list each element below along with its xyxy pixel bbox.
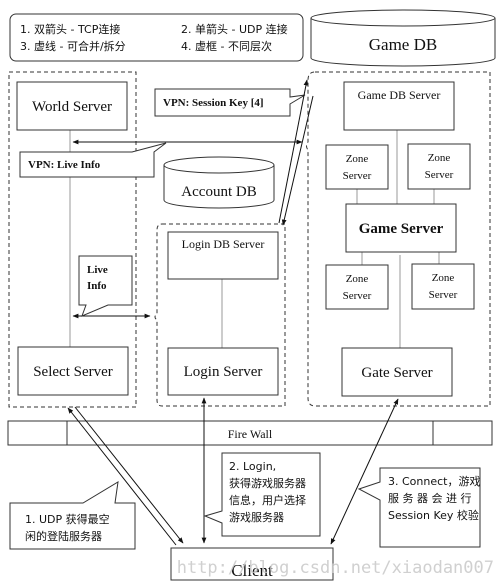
zone-server-4: Zone Server <box>411 263 475 310</box>
step3-callout: 3. Connect，游戏 服 务 器 会 进 行 Session Key 校验 <box>357 467 481 548</box>
step2-line4: 游戏服务器 <box>229 511 284 524</box>
zone-server-1-line1: Zone <box>346 153 369 165</box>
step3-line2: 服 务 器 会 进 行 <box>388 492 471 505</box>
session-key-text: VPN: Session Key [4] <box>163 97 264 109</box>
live-info-vpn-text: VPN: Live Info <box>28 159 101 171</box>
session-key-callout: VPN: Session Key [4] <box>154 88 306 117</box>
step3-line3: Session Key 校验 <box>388 508 479 522</box>
watermark: http://blog.csdn.net/xiaodan007 <box>177 558 494 578</box>
login-server: Login Server <box>167 347 279 396</box>
zone-server-2: Zone Server <box>407 143 471 190</box>
account-db-label: Account DB <box>181 184 256 200</box>
select-server: Select Server <box>17 346 129 396</box>
live-info-vpn-callout: VPN: Live Info <box>19 142 167 178</box>
login-db-server-label: Login DB Server <box>182 237 265 251</box>
legend-box: 1. 双箭头 - TCP连接 2. 单箭头 - UDP 连接 3. 虚线 - 可… <box>9 13 304 62</box>
zone-server-3-line1: Zone <box>346 273 369 285</box>
account-db-cylinder: Account DB <box>163 156 275 209</box>
game-db-server: Game DB Server <box>343 81 455 131</box>
select-server-label: Select Server <box>33 364 113 380</box>
gate-server-label: Gate Server <box>361 365 432 381</box>
zone-server-3: Zone Server <box>325 264 389 310</box>
zone-server-4-line2: Server <box>429 289 458 301</box>
game-server-label: Game Server <box>359 221 444 237</box>
game-db-server-label: Game DB Server <box>358 88 441 102</box>
step3-line1: 3. Connect，游戏 <box>388 475 480 488</box>
legend-item-3: 3. 虚线 - 可合并/拆分 <box>20 39 126 53</box>
zone-server-1: Zone Server <box>325 144 389 190</box>
world-server-label: World Server <box>32 99 112 115</box>
step2-line3: 信息，用户选择 <box>229 493 306 507</box>
legend-item-4: 4. 虚框 - 不同层次 <box>181 39 272 53</box>
zone-server-4-line1: Zone <box>432 272 455 284</box>
step1-line1: 1. UDP 获得最空 <box>25 512 110 526</box>
live-info-text-1: Live <box>87 264 108 276</box>
architecture-diagram: 1. 双箭头 - TCP连接 2. 单箭头 - UDP 连接 3. 虚线 - 可… <box>7 9 496 581</box>
game-db-cylinder: Game DB <box>310 9 496 67</box>
login-server-label: Login Server <box>184 364 263 380</box>
game-server: Game Server <box>345 203 457 253</box>
firewall-label: Fire Wall <box>228 427 273 441</box>
world-server: World Server <box>16 81 128 131</box>
zone-server-2-line2: Server <box>425 169 454 181</box>
step2-line1: 2. Login, <box>229 460 276 473</box>
login-db-server: Login DB Server <box>167 231 279 280</box>
gate-server: Gate Server <box>341 347 453 397</box>
live-info-callout: Live Info <box>78 255 133 317</box>
step1-callout: 1. UDP 获得最空 闲的登陆服务器 <box>9 481 136 550</box>
step2-callout: 2. Login, 获得游戏服务器 信息，用户选择 游戏服务器 <box>203 452 321 537</box>
live-info-text-2: Info <box>87 280 107 292</box>
zone-server-2-line1: Zone <box>428 152 451 164</box>
legend-item-2: 2. 单箭头 - UDP 连接 <box>181 22 288 36</box>
step2-line2: 获得游戏服务器 <box>229 477 306 490</box>
zone-server-1-line2: Server <box>343 170 372 182</box>
legend-item-1: 1. 双箭头 - TCP连接 <box>20 22 120 36</box>
game-db-label: Game DB <box>369 35 437 54</box>
zone-server-3-line2: Server <box>343 290 372 302</box>
step1-line2: 闲的登陆服务器 <box>25 529 102 543</box>
